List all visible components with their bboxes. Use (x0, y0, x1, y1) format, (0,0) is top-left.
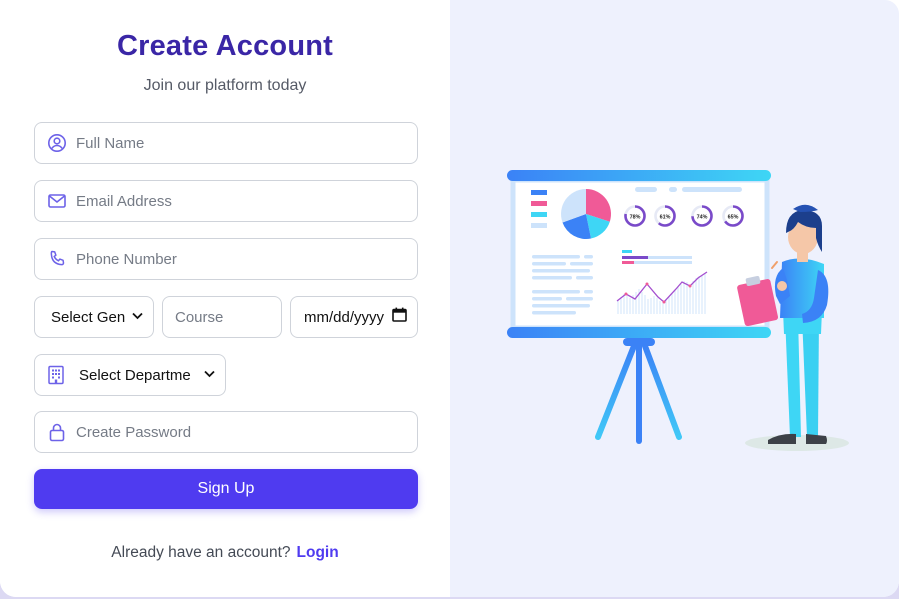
course-field[interactable] (162, 296, 282, 338)
sign-up-button[interactable]: Sign Up (34, 469, 418, 509)
user-icon (47, 133, 67, 153)
course-input[interactable] (163, 297, 281, 337)
gender-select-value: Select Gen (51, 308, 126, 326)
password-field[interactable] (34, 411, 418, 453)
email-field[interactable] (34, 180, 418, 222)
gender-select[interactable]: Select Gen (34, 296, 154, 338)
phone-input[interactable] (76, 239, 417, 279)
page-subtitle: Join our platform today (143, 77, 307, 94)
email-input[interactable] (76, 181, 417, 221)
gauge-1-label: 78% (630, 215, 641, 221)
login-link[interactable]: Login (297, 544, 339, 561)
department-select[interactable]: Select Departme (34, 354, 226, 396)
illustration-panel: 78% 61% 74% 65% (450, 0, 899, 597)
calendar-icon[interactable] (392, 307, 407, 327)
full-name-input[interactable] (76, 123, 417, 163)
phone-icon (47, 249, 67, 269)
chevron-down-icon (132, 311, 143, 323)
form-panel: Create Account Join our platform today S… (0, 0, 450, 597)
mail-icon (47, 191, 67, 211)
building-icon (47, 365, 65, 385)
full-name-field[interactable] (34, 122, 418, 164)
gauge-2-label: 61% (660, 215, 671, 221)
date-input-value: mm/dd/yyyy (304, 308, 385, 326)
page-title: Create Account (116, 30, 334, 62)
password-input[interactable] (76, 412, 417, 452)
login-prompt: Already have an account? Login (0, 544, 450, 562)
department-select-value: Select Departme (79, 366, 191, 384)
date-field[interactable]: mm/dd/yyyy (290, 296, 418, 338)
login-prompt-text: Already have an account? (111, 544, 291, 561)
chevron-down-icon (204, 369, 215, 381)
presentation-illustration: 78% 61% 74% 65% (507, 170, 849, 451)
gauge-3-label: 74% (697, 215, 708, 221)
lock-icon (47, 422, 67, 442)
gauge-4-label: 65% (728, 215, 739, 221)
signup-card: Create Account Join our platform today S… (0, 0, 899, 597)
phone-field[interactable] (34, 238, 418, 280)
